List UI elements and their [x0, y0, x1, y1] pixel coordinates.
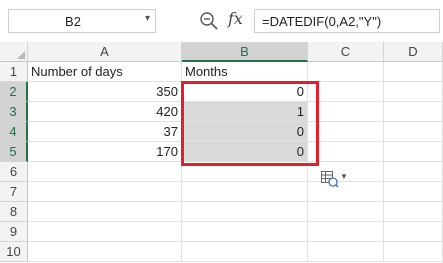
cell-b10[interactable] [182, 242, 308, 262]
cell-b3[interactable]: 1 [182, 102, 308, 122]
column-header-d[interactable]: D [384, 42, 443, 62]
cell-a8[interactable] [28, 202, 182, 222]
cell-b5[interactable]: 0 [182, 142, 308, 162]
dropdown-caret-icon: ▼ [340, 172, 348, 181]
cell-d3[interactable] [384, 102, 443, 122]
cell-b2[interactable]: 0 [182, 82, 308, 102]
cell-c1[interactable] [308, 62, 384, 82]
quick-analysis-button[interactable]: ▼ [318, 169, 350, 189]
cell-d5[interactable] [384, 142, 443, 162]
cell-d7[interactable] [384, 182, 443, 202]
cell-a1[interactable]: Number of days [28, 62, 182, 82]
column-header-a[interactable]: A [28, 42, 182, 62]
spreadsheet-grid: A B C D 1 2 3 4 5 6 7 8 9 10 Number of d… [0, 42, 443, 263]
cell-d8[interactable] [384, 202, 443, 222]
cell-b7[interactable] [182, 182, 308, 202]
select-all-corner[interactable] [0, 42, 28, 62]
cell-a9[interactable] [28, 222, 182, 242]
quick-analysis-icon [321, 171, 339, 188]
cell-a3[interactable]: 420 [28, 102, 182, 122]
name-box-value: B2 [65, 14, 81, 29]
cell-c10[interactable] [308, 242, 384, 262]
cell-d9[interactable] [384, 222, 443, 242]
cell-c2[interactable] [308, 82, 384, 102]
cell-c5[interactable] [308, 142, 384, 162]
cell-b1[interactable]: Months [182, 62, 308, 82]
formula-bar: B2 ▾ fx =DATEDIF(0,A2,"Y") [0, 0, 443, 42]
cell-b4[interactable]: 0 [182, 122, 308, 142]
name-box[interactable]: B2 ▾ [8, 9, 156, 33]
zoom-icon[interactable] [198, 10, 220, 32]
row-header-10[interactable]: 10 [0, 242, 28, 262]
row-header-5[interactable]: 5 [0, 142, 28, 162]
column-header-b[interactable]: B [182, 42, 308, 62]
cell-c9[interactable] [308, 222, 384, 242]
cell-b8[interactable] [182, 202, 308, 222]
cell-a4[interactable]: 37 [28, 122, 182, 142]
cell-c4[interactable] [308, 122, 384, 142]
row-header-9[interactable]: 9 [0, 222, 28, 242]
function-icon[interactable]: fx [228, 9, 243, 28]
cell-b9[interactable] [182, 222, 308, 242]
cell-c3[interactable] [308, 102, 384, 122]
cell-a7[interactable] [28, 182, 182, 202]
row-header-4[interactable]: 4 [0, 122, 28, 142]
row-header-1[interactable]: 1 [0, 62, 28, 82]
cell-a10[interactable] [28, 242, 182, 262]
cell-a2[interactable]: 350 [28, 82, 182, 102]
row-header-8[interactable]: 8 [0, 202, 28, 222]
cell-d4[interactable] [384, 122, 443, 142]
cell-d1[interactable] [384, 62, 443, 82]
row-header-2[interactable]: 2 [0, 82, 28, 102]
cell-d6[interactable] [384, 162, 443, 182]
cell-b6[interactable] [182, 162, 308, 182]
cell-d2[interactable] [384, 82, 443, 102]
name-box-dropdown-icon[interactable]: ▾ [145, 13, 150, 24]
row-header-6[interactable]: 6 [0, 162, 28, 182]
formula-text: =DATEDIF(0,A2,"Y") [262, 14, 382, 29]
row-header-3[interactable]: 3 [0, 102, 28, 122]
cell-a5[interactable]: 170 [28, 142, 182, 162]
formula-input[interactable]: =DATEDIF(0,A2,"Y") [254, 9, 440, 33]
column-header-c[interactable]: C [308, 42, 384, 62]
cell-c8[interactable] [308, 202, 384, 222]
cell-a6[interactable] [28, 162, 182, 182]
cell-d10[interactable] [384, 242, 443, 262]
row-header-7[interactable]: 7 [0, 182, 28, 202]
